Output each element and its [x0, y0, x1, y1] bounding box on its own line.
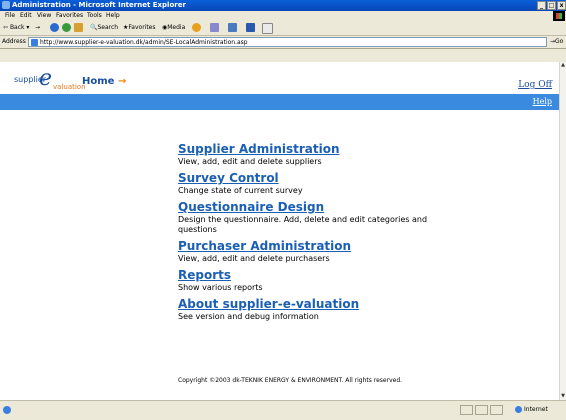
window-title: Administration - Microsoft Internet Expl…: [12, 1, 186, 9]
address-input[interactable]: http://www.supplier-e-valuation.dk/admin…: [28, 37, 547, 47]
status-pane: [475, 405, 488, 415]
page-status-icon: [3, 406, 11, 414]
copyright-text: Copyright ©2003 dk-TEKNIK ENERGY & ENVIR…: [178, 377, 403, 384]
purchaser-admin-link[interactable]: Purchaser Administration: [178, 239, 438, 254]
windows-logo-icon: [553, 11, 565, 21]
toolbar: ⇦ Back ▾ → 🔍Search ★Favorites ◉Media: [0, 21, 566, 36]
discuss-icon[interactable]: [262, 23, 273, 34]
back-button[interactable]: ⇦ Back ▾: [3, 24, 29, 31]
address-bar: Address http://www.supplier-e-valuation.…: [0, 36, 566, 49]
menu-item-survey-control: Survey Control Change state of current s…: [178, 171, 438, 196]
security-zone: Internet: [515, 405, 548, 415]
menu-file[interactable]: File: [5, 12, 15, 19]
menu-view[interactable]: View: [37, 12, 51, 19]
logo-valuation: valuation: [53, 83, 86, 91]
home-icon[interactable]: [74, 23, 83, 32]
supplier-admin-link[interactable]: Supplier Administration: [178, 142, 438, 157]
forward-button[interactable]: →: [35, 24, 40, 31]
menu-help[interactable]: Help: [106, 12, 120, 19]
search-button[interactable]: 🔍Search: [90, 24, 118, 31]
print-icon[interactable]: [228, 23, 237, 32]
status-pane: [460, 405, 473, 415]
survey-control-desc: Change state of current survey: [178, 186, 303, 195]
maximize-button[interactable]: □: [547, 1, 556, 10]
menu-edit[interactable]: Edit: [20, 12, 32, 19]
site-logo[interactable]: supplier e valuation: [14, 66, 86, 91]
ie-icon: [2, 1, 10, 9]
menu-item-reports: Reports Show various reports: [178, 268, 438, 293]
arrow-right-icon: →: [117, 76, 127, 87]
go-button[interactable]: →Go: [550, 38, 563, 45]
menu-favorites[interactable]: Favorites: [56, 12, 83, 19]
address-url[interactable]: http://www.supplier-e-valuation.dk/admin…: [40, 39, 248, 46]
menu-item-supplier-admin: Supplier Administration View, add, edit …: [178, 142, 438, 167]
address-label: Address: [2, 38, 26, 45]
status-bar: Internet: [0, 400, 566, 420]
home-link[interactable]: Home →: [82, 76, 126, 87]
media-button[interactable]: ◉Media: [162, 24, 185, 31]
scroll-up-icon[interactable]: ▲: [560, 62, 566, 69]
about-desc: See version and debug information: [178, 312, 319, 321]
status-pane: [490, 405, 503, 415]
menu-item-purchaser-admin: Purchaser Administration View, add, edit…: [178, 239, 438, 264]
refresh-icon[interactable]: [62, 23, 71, 32]
edit-icon[interactable]: [246, 23, 255, 32]
menu-item-about: About supplier-e-valuation See version a…: [178, 297, 438, 322]
close-button[interactable]: x: [557, 1, 566, 10]
purchaser-admin-desc: View, add, edit and delete purchasers: [178, 254, 330, 263]
site-header: supplier e valuation Home → Log Off: [0, 62, 559, 94]
survey-control-link[interactable]: Survey Control: [178, 171, 438, 186]
history-icon[interactable]: [192, 23, 201, 32]
mail-icon[interactable]: [210, 23, 219, 32]
reports-link[interactable]: Reports: [178, 268, 438, 283]
page-viewport: supplier e valuation Home → Log Off Help…: [0, 62, 559, 400]
minimize-button[interactable]: _: [537, 1, 546, 10]
menu-tools[interactable]: Tools: [87, 12, 102, 19]
window-titlebar: Administration - Microsoft Internet Expl…: [0, 0, 566, 11]
questionnaire-design-link[interactable]: Questionnaire Design: [178, 200, 438, 215]
vertical-scrollbar[interactable]: ▲ ▼: [559, 62, 566, 400]
menu-item-questionnaire-design: Questionnaire Design Design the question…: [178, 200, 438, 235]
logoff-link[interactable]: Log Off: [518, 80, 552, 90]
admin-menu: Supplier Administration View, add, edit …: [178, 142, 438, 326]
favorites-button[interactable]: ★Favorites: [123, 24, 156, 31]
logo-e: e: [39, 66, 53, 91]
supplier-admin-desc: View, add, edit and delete suppliers: [178, 157, 322, 166]
questionnaire-design-desc: Design the questionnaire. Add, delete an…: [178, 215, 428, 234]
nav-bar: Help: [0, 94, 559, 110]
scroll-down-icon[interactable]: ▼: [560, 393, 566, 400]
about-link[interactable]: About supplier-e-valuation: [178, 297, 438, 312]
globe-icon: [515, 406, 522, 413]
reports-desc: Show various reports: [178, 283, 263, 292]
stop-icon[interactable]: [50, 23, 59, 32]
page-icon: [31, 39, 38, 46]
help-link[interactable]: Help: [533, 97, 552, 106]
